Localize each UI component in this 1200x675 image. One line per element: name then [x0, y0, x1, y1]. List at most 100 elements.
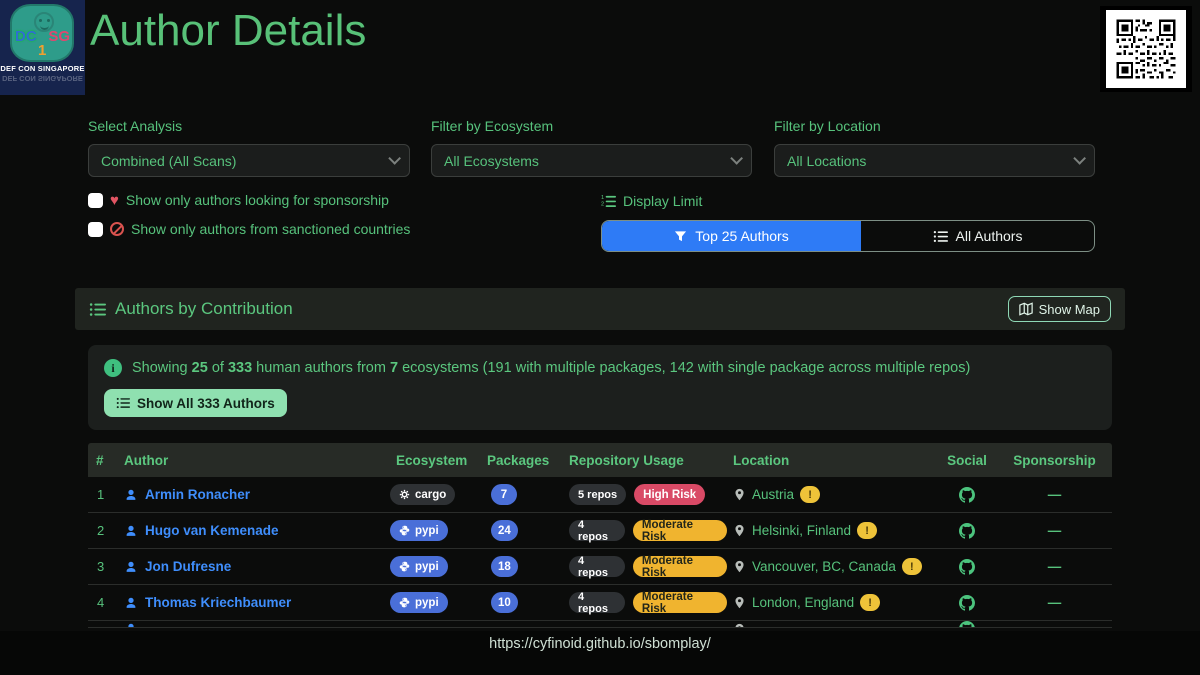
top-25-authors-label: Top 25 Authors [695, 228, 788, 244]
bullet-list-icon [89, 301, 106, 318]
location-select-value: All Locations [787, 153, 866, 169]
warning-badge: ! [902, 558, 922, 575]
col-author: Author [118, 453, 390, 468]
sponsorship-checkbox[interactable] [88, 193, 103, 208]
bullet-list-icon [933, 229, 948, 244]
analysis-select-value: Combined (All Scans) [101, 153, 236, 169]
repos-pill: 4 repos [569, 556, 625, 577]
display-limit-label: Display Limit [623, 193, 702, 209]
col-sponsorship: Sponsorship [997, 453, 1112, 468]
ecosystem-select[interactable]: All Ecosystems [431, 144, 752, 177]
rank: 4 [88, 595, 118, 610]
python-icon [399, 561, 410, 572]
ecosystem-pill: pypi [390, 520, 448, 541]
show-all-authors-button[interactable]: Show All 333 Authors [104, 389, 287, 417]
github-icon[interactable] [959, 559, 975, 575]
footer: https://cyfinoid.github.io/sbomplay/ [0, 631, 1200, 675]
display-limit-toggle: Top 25 Authors All Authors [601, 220, 1095, 252]
col-social: Social [937, 453, 997, 468]
sanctioned-checkbox[interactable] [88, 222, 103, 237]
defcon-singapore-logo: DC SG 1 DEF CON SINGAPORE DEF CON SINGAP… [0, 0, 85, 95]
col-ecosystem: Ecosystem [390, 453, 481, 468]
col-repo-usage: Repository Usage [563, 453, 727, 468]
location-text: Austria [752, 487, 794, 502]
rank: 2 [88, 523, 118, 538]
location-pin-icon [733, 488, 746, 501]
qr-code [1100, 6, 1192, 92]
location-pin-icon [733, 560, 746, 573]
rank: 1 [88, 487, 118, 502]
author-link[interactable]: Armin Ronacher [145, 487, 250, 502]
sponsorship-value: — [997, 595, 1112, 610]
logo-number: 1 [38, 42, 46, 59]
summary-text: Showing 25 of 333 human authors from 7 e… [132, 360, 970, 376]
top-25-authors-button[interactable]: Top 25 Authors [602, 221, 861, 251]
ecosystem-pill: pypi [390, 592, 448, 613]
table-row: 3 Jon Dufresne pypi 18 4 repos Moderate … [88, 549, 1112, 585]
person-icon [124, 560, 138, 574]
sponsorship-value: — [997, 523, 1112, 538]
all-authors-label: All Authors [956, 228, 1023, 244]
packages-badge: 24 [491, 520, 518, 541]
section-header: Authors by Contribution Show Map [75, 288, 1125, 330]
location-text: London, England [752, 595, 854, 610]
repos-pill: 4 repos [569, 520, 625, 541]
bullet-list-icon [116, 396, 130, 410]
github-icon[interactable] [959, 487, 975, 503]
svg-text:1: 1 [601, 195, 604, 201]
table-row: 2 Hugo van Kemenade pypi 24 4 repos Mode… [88, 513, 1112, 549]
packages-badge: 7 [491, 484, 517, 505]
risk-pill: Moderate Risk [633, 520, 727, 541]
github-icon[interactable] [959, 523, 975, 539]
rank: 3 [88, 559, 118, 574]
location-select[interactable]: All Locations [774, 144, 1095, 177]
logo-caption-reflection: DEF CON SINGAPORE [0, 74, 85, 83]
chevron-down-icon [388, 152, 401, 165]
person-icon [124, 596, 138, 610]
person-icon [124, 488, 138, 502]
logo-caption: DEF CON SINGAPORE [0, 64, 85, 73]
filter-location-label: Filter by Location [774, 118, 881, 134]
repos-pill: 4 repos [569, 592, 625, 613]
ecosystem-pill: pypi [390, 556, 448, 577]
logo-dc-text: DC [15, 28, 37, 45]
location-text: Vancouver, BC, Canada [752, 559, 896, 574]
no-entry-icon [110, 222, 124, 236]
sponsorship-value: — [997, 487, 1112, 502]
show-all-authors-label: Show All 333 Authors [137, 396, 275, 411]
location-pin-icon [733, 596, 746, 609]
col-rank: # [88, 453, 118, 468]
authors-table: # Author Ecosystem Packages Repository U… [88, 443, 1112, 628]
section-title: Authors by Contribution [115, 299, 293, 319]
map-icon [1019, 302, 1033, 316]
github-icon[interactable] [959, 595, 975, 611]
github-icon [959, 621, 975, 628]
sponsorship-checkbox-label: Show only authors looking for sponsorshi… [126, 192, 389, 208]
numbered-list-icon: 1 2 [601, 194, 616, 209]
sanctioned-checkbox-label: Show only authors from sanctioned countr… [131, 221, 410, 237]
warning-badge: ! [860, 594, 880, 611]
funnel-icon [674, 230, 687, 243]
person-icon [124, 622, 138, 628]
table-row-partial [88, 621, 1112, 628]
col-location: Location [727, 453, 937, 468]
logo-sg-text: SG [48, 28, 70, 45]
author-link[interactable]: Hugo van Kemenade [145, 523, 279, 538]
filter-ecosystem-label: Filter by Ecosystem [431, 118, 553, 134]
ecosystem-pill: cargo [390, 484, 455, 505]
warning-badge: ! [800, 486, 820, 503]
author-link[interactable]: Thomas Kriechbaumer [145, 595, 291, 610]
chevron-down-icon [730, 152, 743, 165]
warning-badge: ! [857, 522, 877, 539]
python-icon [399, 597, 410, 608]
author-link[interactable]: Jon Dufresne [145, 559, 231, 574]
analysis-select[interactable]: Combined (All Scans) [88, 144, 410, 177]
person-icon [124, 524, 138, 538]
location-pin-icon [733, 524, 746, 537]
qr-pattern [1111, 15, 1181, 83]
show-map-button[interactable]: Show Map [1008, 296, 1111, 322]
all-authors-button[interactable]: All Authors [861, 221, 1094, 251]
table-row: 1 Armin Ronacher cargo 7 5 repos High Ri… [88, 477, 1112, 513]
info-icon: i [104, 359, 122, 377]
heart-icon: ♥ [110, 193, 119, 208]
